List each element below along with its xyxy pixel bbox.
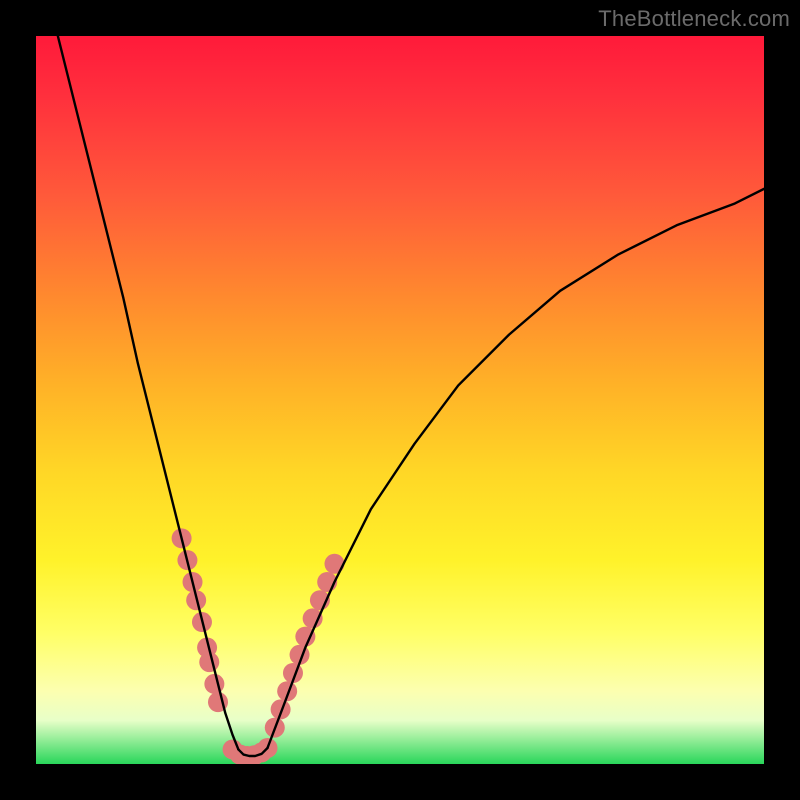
marker-left-dots bbox=[199, 652, 219, 672]
marker-layer bbox=[172, 528, 345, 764]
watermark-text: TheBottleneck.com bbox=[598, 6, 790, 32]
marker-right-dots bbox=[303, 608, 323, 628]
line-layer bbox=[58, 36, 764, 756]
outer-frame: TheBottleneck.com bbox=[0, 0, 800, 800]
plot-area bbox=[36, 36, 764, 764]
marker-right-dots bbox=[324, 554, 344, 574]
chart-svg bbox=[36, 36, 764, 764]
series-right-branch bbox=[268, 189, 765, 748]
marker-left-dots bbox=[204, 674, 224, 694]
